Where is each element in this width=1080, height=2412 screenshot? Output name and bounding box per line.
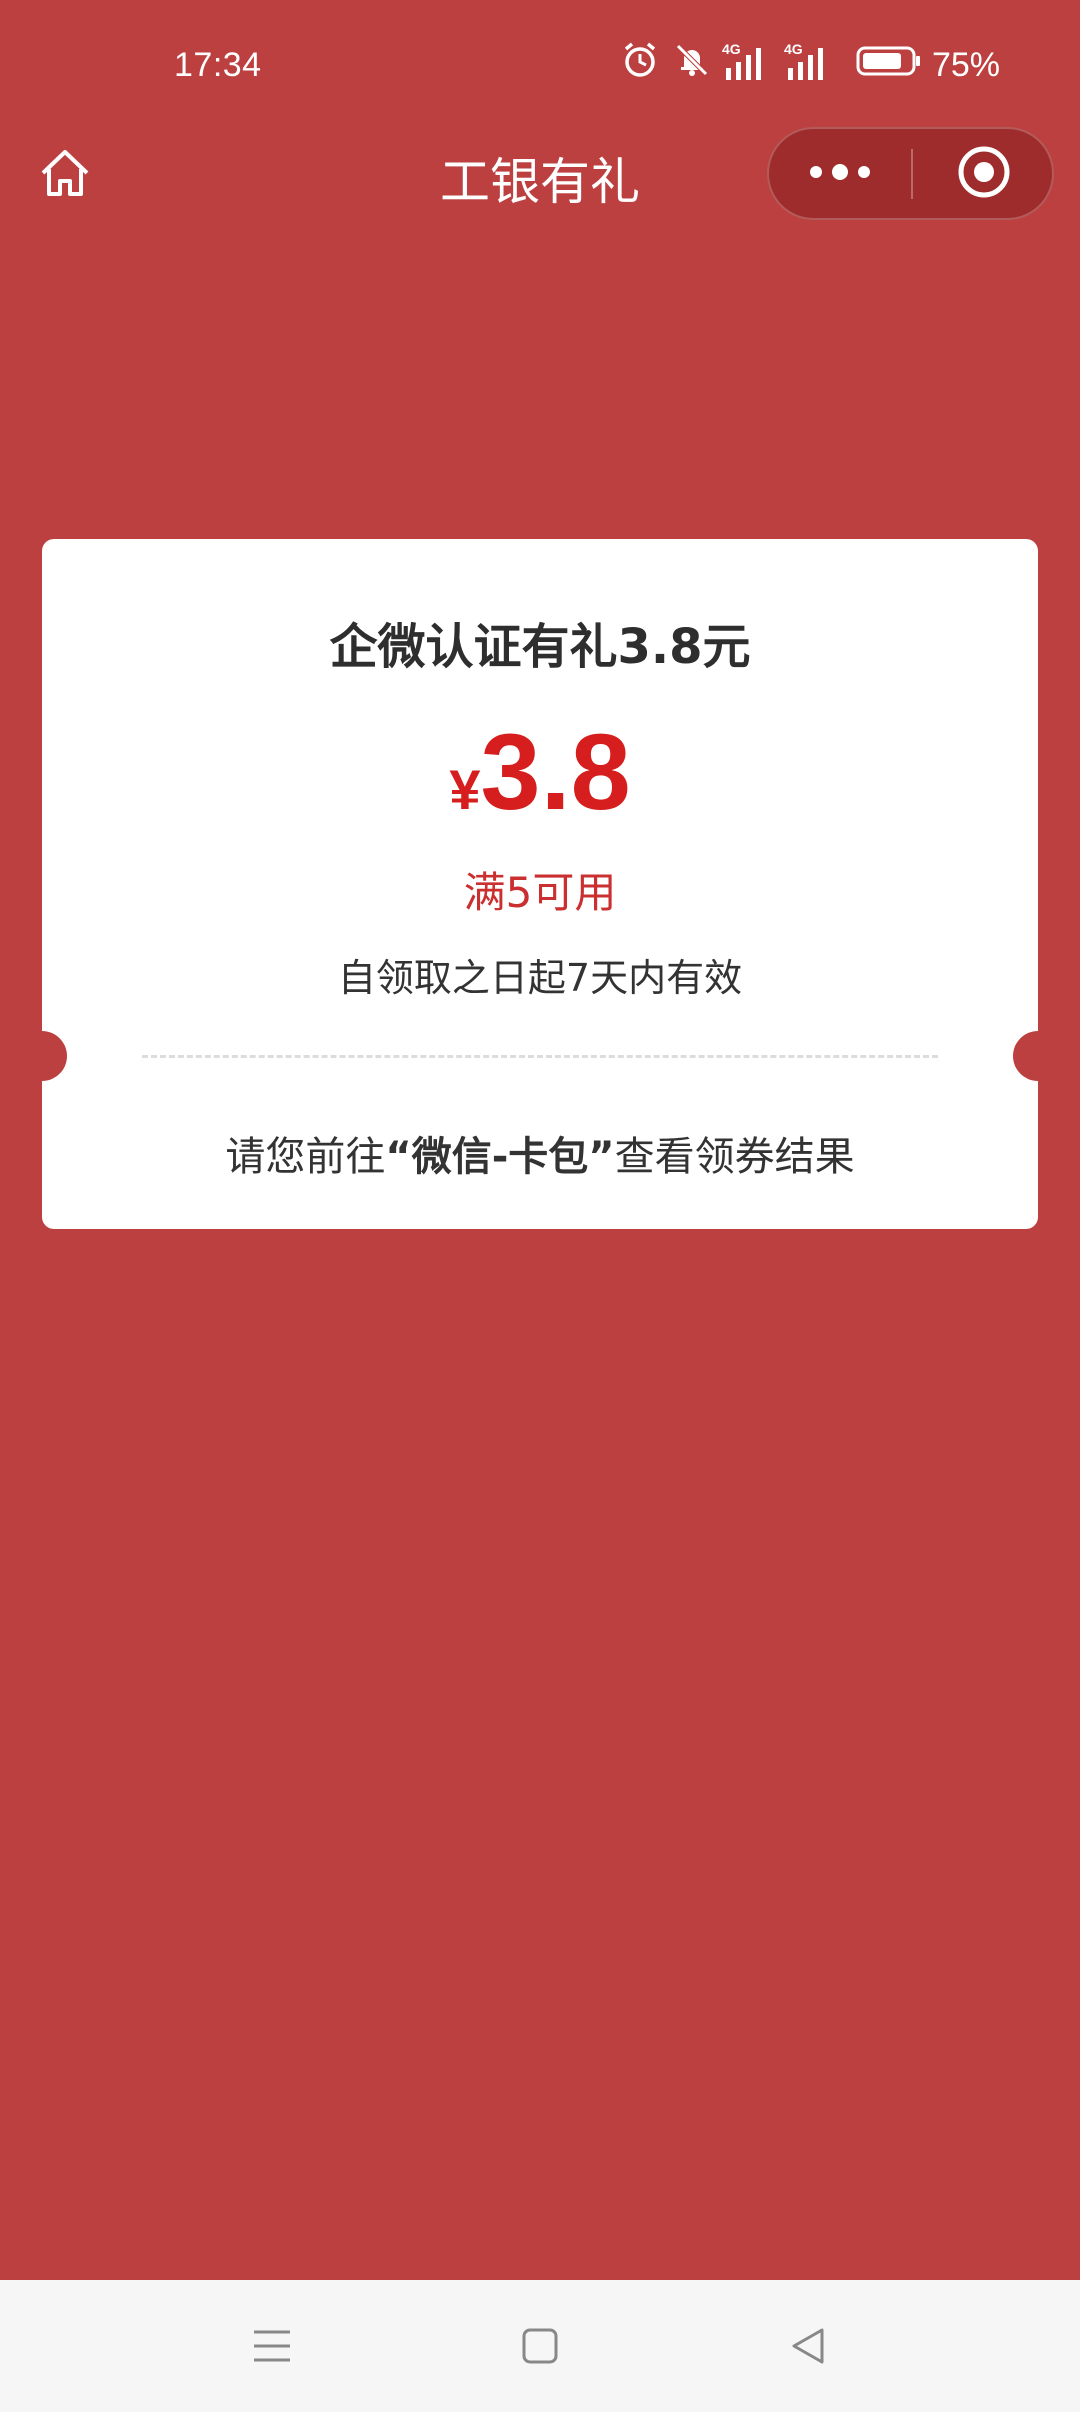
close-button[interactable] bbox=[913, 129, 1054, 218]
signal-4g-icon: 4G bbox=[722, 40, 772, 88]
coupon-title: 企微认证有礼3.8元 bbox=[329, 619, 751, 675]
target-close-icon bbox=[956, 144, 1012, 204]
status-time: 17:34 bbox=[174, 46, 262, 84]
home-square-icon bbox=[518, 2324, 562, 2372]
system-nav-bar bbox=[0, 2280, 1080, 2412]
back-triangle-icon bbox=[786, 2324, 830, 2372]
amount-value: 3.8 bbox=[480, 711, 631, 832]
system-back-button[interactable] bbox=[776, 2316, 840, 2380]
currency-symbol: ¥ bbox=[449, 758, 481, 821]
hint-suffix: 查看领券结果 bbox=[614, 1134, 855, 1180]
coupon-hint: 请您前往“微信-卡包”查看领券结果 bbox=[42, 1124, 1038, 1182]
coupon-card: 企微认证有礼3.8元 ¥3.8 满5可用 自领取之日起7天内有效 请您前往“微信… bbox=[17, 539, 1063, 1229]
battery-percent: 75% bbox=[931, 46, 1000, 84]
status-icons: 4G 4G 75% bbox=[620, 40, 1080, 100]
system-home-button[interactable] bbox=[508, 2316, 572, 2380]
menu-icon bbox=[250, 2324, 294, 2372]
battery-icon bbox=[856, 44, 922, 82]
ticket-notch-left bbox=[17, 1031, 67, 1081]
recent-apps-button[interactable] bbox=[240, 2316, 304, 2380]
more-dots-icon bbox=[808, 162, 872, 186]
hint-prefix: 请您前往 bbox=[225, 1134, 386, 1180]
mute-icon bbox=[672, 40, 712, 84]
more-button[interactable] bbox=[769, 129, 911, 218]
dashed-divider bbox=[142, 1055, 938, 1058]
svg-text:4G: 4G bbox=[784, 41, 803, 57]
status-bar: 17:34 4G 4G 75% bbox=[0, 0, 1080, 135]
alarm-icon bbox=[620, 40, 660, 84]
coupon-condition: 满5可用 bbox=[463, 868, 617, 917]
capsule-menu bbox=[767, 127, 1054, 220]
hint-highlight: “微信-卡包” bbox=[385, 1134, 615, 1180]
svg-text:4G: 4G bbox=[722, 41, 741, 57]
coupon-amount: ¥3.8 bbox=[42, 709, 1038, 834]
ticket-notch-right bbox=[1013, 1031, 1063, 1081]
signal-4g-icon: 4G bbox=[784, 40, 834, 88]
coupon-validity: 自领取之日起7天内有效 bbox=[337, 956, 743, 1000]
